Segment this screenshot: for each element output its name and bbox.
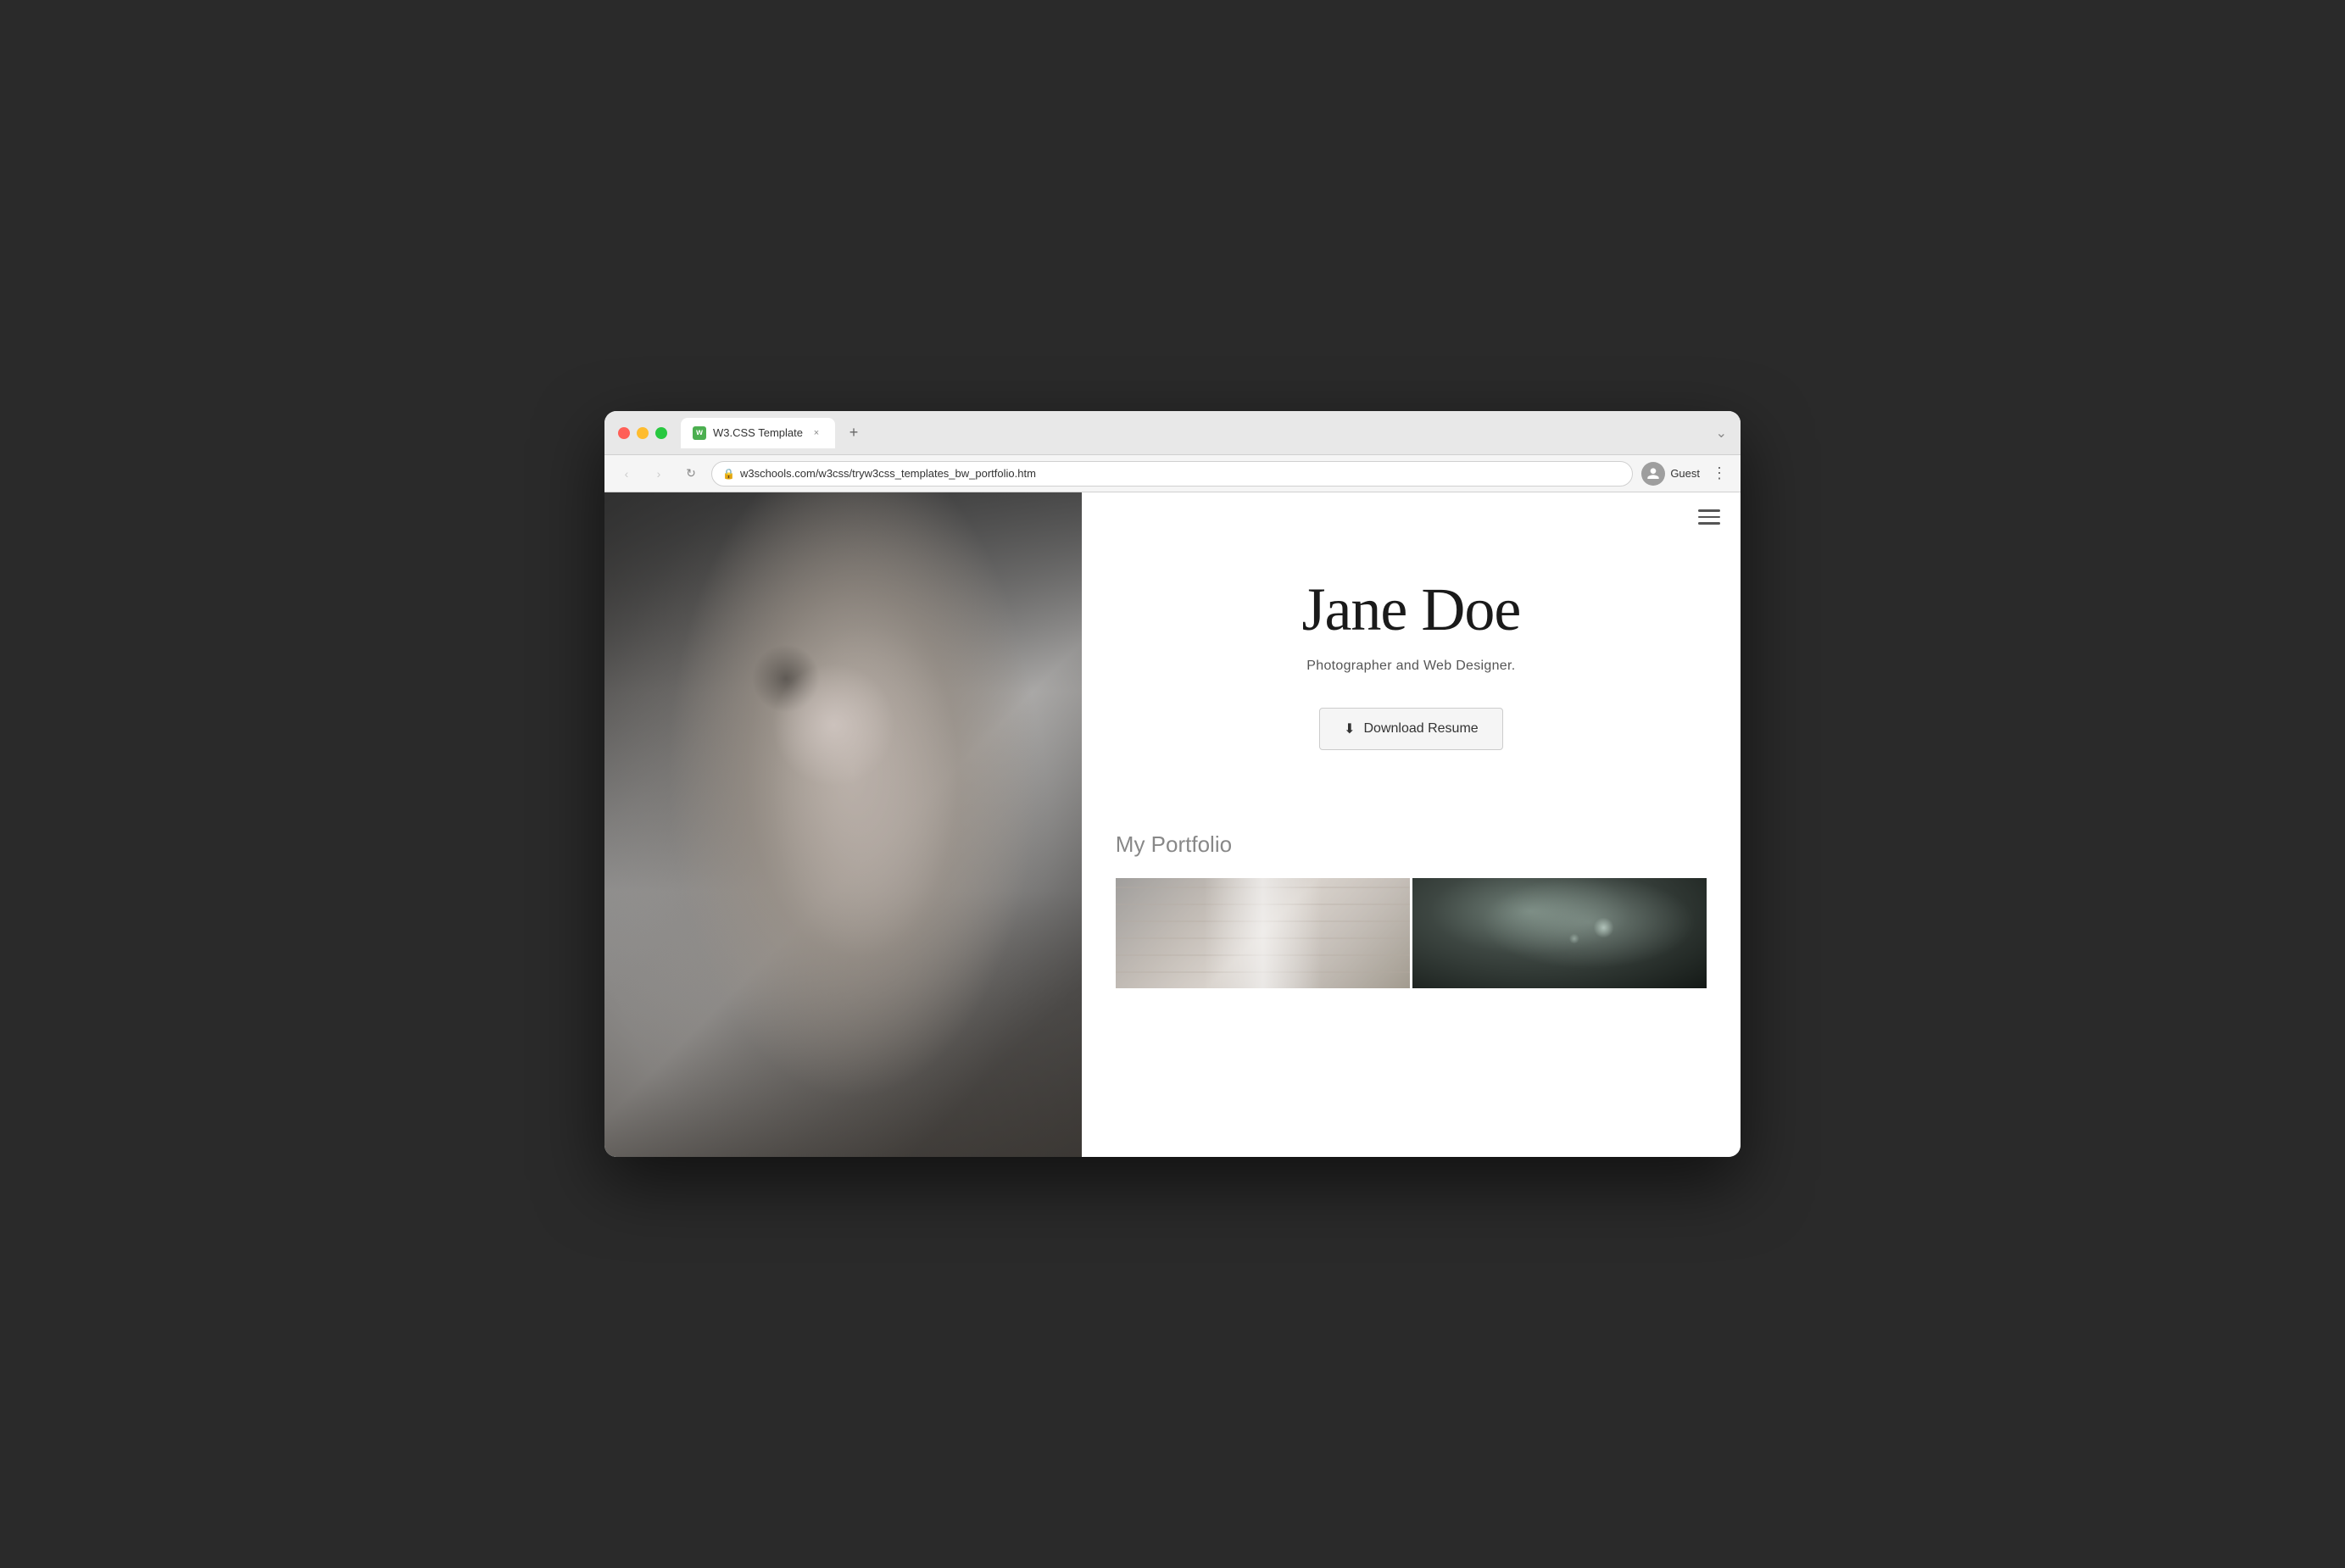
portfolio-title: My Portfolio [1116,831,1707,858]
close-traffic-light[interactable] [618,427,630,439]
tab-title: W3.CSS Template [713,426,803,439]
profile-label: Guest [1670,467,1700,480]
profile-icon [1641,462,1665,486]
window-controls: ⌄ [1716,425,1727,442]
forward-button[interactable]: › [647,462,671,486]
portfolio-item-1[interactable] [1116,878,1410,988]
hero-name: Jane Doe [1301,575,1520,645]
hamburger-menu-button[interactable] [1698,509,1720,525]
url-text: w3schools.com/w3css/tryw3css_templates_b… [740,467,1036,480]
active-tab[interactable]: w W3.CSS Template × [681,418,835,448]
lock-icon: 🔒 [722,468,735,480]
portfolio-item-2[interactable] [1412,878,1707,988]
portfolio-grid [1116,878,1707,988]
hamburger-line-3 [1698,522,1720,525]
tab-bar: w W3.CSS Template × + [681,418,1716,448]
browser-window: w W3.CSS Template × + ⌄ ‹ › ↻ 🔒 w3school… [604,411,1741,1157]
back-button[interactable]: ‹ [615,462,638,486]
portfolio-section: My Portfolio [1082,815,1741,1014]
traffic-lights [618,427,667,439]
tab-close-button[interactable]: × [810,426,823,440]
hamburger-line-2 [1698,516,1720,519]
download-resume-label: Download Resume [1364,721,1479,737]
hamburger-line-1 [1698,509,1720,512]
minimize-traffic-light[interactable] [637,427,649,439]
site-content: Jane Doe Photographer and Web Designer. … [604,492,1741,1157]
refresh-button[interactable]: ↻ [679,462,703,486]
hero-subtitle: Photographer and Web Designer. [1306,659,1515,674]
new-tab-button[interactable]: + [842,421,866,445]
content-panel: Jane Doe Photographer and Web Designer. … [1082,492,1741,1157]
download-icon: ⬇ [1344,720,1355,737]
title-bar: w W3.CSS Template × + ⌄ [604,411,1741,455]
download-resume-button[interactable]: ⬇ Download Resume [1319,708,1503,750]
hero-section: Jane Doe Photographer and Web Designer. … [1082,492,1741,815]
address-bar: ‹ › ↻ 🔒 w3schools.com/w3css/tryw3css_tem… [604,455,1741,492]
hero-photo [604,492,1082,1157]
profile-area[interactable]: Guest [1641,462,1700,486]
tab-favicon: w [693,426,706,440]
portrait-image [604,492,1082,1157]
browser-menu-button[interactable]: ⋮ [1708,461,1730,486]
maximize-traffic-light[interactable] [655,427,667,439]
url-bar[interactable]: 🔒 w3schools.com/w3css/tryw3css_templates… [711,461,1633,487]
